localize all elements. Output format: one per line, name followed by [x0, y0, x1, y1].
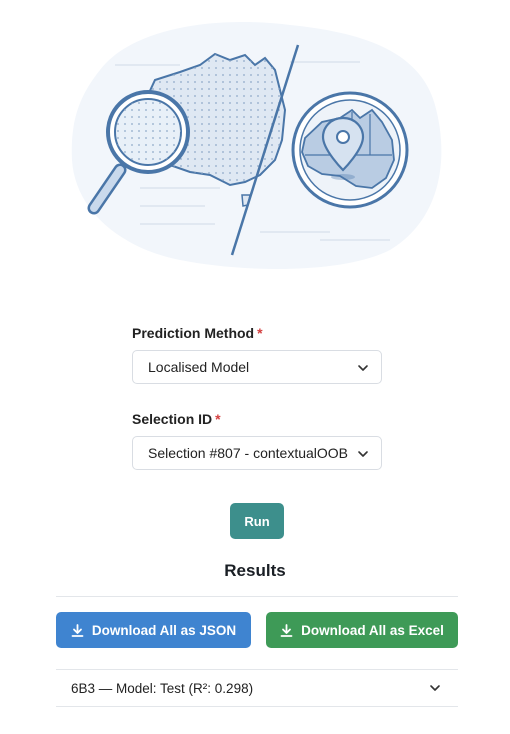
prediction-method-select[interactable]: Localised Model: [132, 350, 382, 384]
results-heading: Results: [224, 561, 286, 580]
location-globe-icon: [291, 91, 409, 209]
required-marker: *: [215, 411, 221, 427]
download-json-label: Download All as JSON: [91, 622, 237, 638]
hero-illustration: [60, 10, 450, 280]
prediction-method-value: Localised Model: [148, 359, 250, 375]
result-accordion-item[interactable]: 6B3 — Model: Test (R²: 0.298): [56, 670, 458, 706]
selection-id-label: Selection ID *: [132, 411, 221, 427]
selection-id-select[interactable]: Selection #807 - contextualOOB: [132, 436, 382, 470]
run-button[interactable]: Run: [230, 503, 284, 539]
download-icon: [280, 623, 293, 637]
selection-id-value: Selection #807 - contextualOOB: [148, 445, 349, 461]
chevron-down-icon: [358, 365, 368, 371]
prediction-method-label: Prediction Method *: [132, 325, 263, 341]
download-excel-label: Download All as Excel: [301, 622, 444, 638]
download-json-button[interactable]: Download All as JSON: [56, 612, 251, 648]
download-icon: [71, 623, 84, 637]
result-item-label: 6B3 — Model: Test (R²: 0.298): [71, 680, 254, 696]
chevron-down-icon: [358, 451, 368, 457]
divider: [56, 596, 458, 597]
required-marker: *: [257, 325, 263, 341]
divider: [56, 706, 458, 707]
chevron-down-icon: [430, 685, 440, 691]
download-excel-button[interactable]: Download All as Excel: [266, 612, 458, 648]
prediction-form: Prediction Method * Localised Model Selec…: [132, 325, 382, 497]
